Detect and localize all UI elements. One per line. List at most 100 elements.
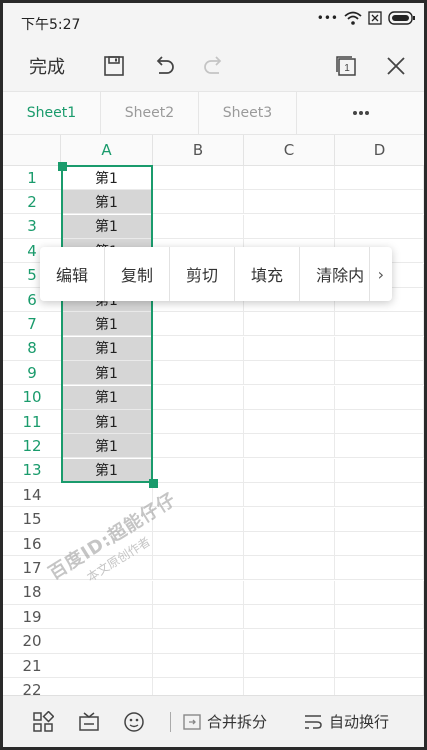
cell-a[interactable]: 第1 (61, 434, 153, 459)
cell-d[interactable] (335, 458, 424, 483)
wrap-text-button[interactable]: 自动换行 (303, 711, 389, 732)
row-header[interactable]: 3 (3, 215, 61, 239)
cell-d[interactable] (335, 532, 424, 556)
cell-b[interactable] (153, 434, 244, 459)
row-header[interactable]: 11 (3, 410, 61, 434)
tab-sheet3[interactable]: Sheet3 (199, 92, 297, 134)
row-header[interactable]: 8 (3, 337, 61, 361)
tab-sheet1[interactable]: Sheet1 (3, 92, 101, 134)
cell-c[interactable] (244, 190, 335, 215)
cell-b[interactable] (153, 507, 244, 532)
row-header[interactable]: 15 (3, 508, 61, 532)
cell-c[interactable] (244, 336, 335, 361)
row-header[interactable]: 13 (3, 459, 61, 483)
cell-b[interactable] (153, 483, 244, 508)
cell-d[interactable] (335, 483, 424, 508)
redo-icon[interactable] (201, 53, 227, 79)
cell-b[interactable] (153, 166, 244, 190)
column-header-c[interactable]: C (244, 135, 335, 166)
close-icon[interactable] (383, 53, 409, 79)
cell-d[interactable] (335, 556, 424, 581)
cell-b[interactable] (153, 629, 244, 654)
selection-end-handle[interactable] (149, 479, 158, 488)
cell-d[interactable] (335, 312, 424, 337)
cell-c[interactable] (244, 312, 335, 337)
cell-d[interactable] (335, 385, 424, 410)
cell-a[interactable]: 第1 (61, 312, 153, 337)
cell-c[interactable] (244, 507, 335, 532)
menu-item-cut[interactable]: 剪切 (170, 247, 236, 301)
done-button[interactable]: 完成 (29, 53, 65, 79)
row-header[interactable]: 21 (3, 654, 61, 678)
cell-b[interactable] (153, 580, 244, 605)
cell-d[interactable] (335, 629, 424, 654)
row-header[interactable]: 19 (3, 605, 61, 630)
cell-b[interactable] (153, 410, 244, 434)
cell-d[interactable] (335, 605, 424, 630)
cell-d[interactable] (335, 214, 424, 239)
column-header-b[interactable]: B (153, 135, 244, 166)
column-header-a[interactable]: A (61, 135, 153, 166)
cell-d[interactable] (335, 507, 424, 532)
keyboard-icon[interactable] (77, 710, 101, 734)
cell-c[interactable] (244, 629, 335, 654)
corner-cell[interactable] (3, 135, 61, 166)
cell-c[interactable] (244, 361, 335, 386)
cell-c[interactable] (244, 580, 335, 605)
undo-icon[interactable] (151, 53, 177, 79)
emoji-icon[interactable] (122, 710, 146, 734)
cell-b[interactable] (153, 605, 244, 630)
grid-icon[interactable] (31, 710, 55, 734)
cell-c[interactable] (244, 556, 335, 581)
cell-c[interactable] (244, 483, 335, 508)
menu-item-copy[interactable]: 复制 (105, 247, 171, 301)
cell-c[interactable] (244, 434, 335, 459)
selection-start-handle[interactable] (58, 162, 67, 171)
row-header[interactable]: 1 (3, 166, 61, 190)
cell-a[interactable]: 第1 (61, 410, 153, 434)
row-header[interactable]: 18 (3, 581, 61, 605)
cell-d[interactable] (335, 434, 424, 459)
cell-d[interactable] (335, 361, 424, 386)
cell-c[interactable] (244, 166, 335, 190)
cell-c[interactable] (244, 458, 335, 483)
tab-sheet2[interactable]: Sheet2 (101, 92, 199, 134)
cell-c[interactable] (244, 605, 335, 630)
cell-c[interactable] (244, 385, 335, 410)
cell-d[interactable] (335, 166, 424, 190)
cell-d[interactable] (335, 336, 424, 361)
cell-b[interactable] (153, 532, 244, 556)
cell-b[interactable] (153, 190, 244, 215)
row-header[interactable]: 10 (3, 386, 61, 410)
row-header[interactable]: 16 (3, 532, 61, 556)
more-icon[interactable] (297, 92, 424, 134)
cell-c[interactable] (244, 532, 335, 556)
cell-a[interactable] (61, 629, 153, 654)
row-header[interactable]: 17 (3, 556, 61, 581)
merge-button[interactable]: 合并拆分 (183, 711, 267, 732)
cell-b[interactable] (153, 361, 244, 386)
cell-c[interactable] (244, 214, 335, 239)
menu-more-arrow-icon[interactable]: › (368, 247, 392, 301)
cell-c[interactable] (244, 410, 335, 434)
row-header[interactable]: 2 (3, 190, 61, 215)
cell-b[interactable] (153, 458, 244, 483)
cell-d[interactable] (335, 410, 424, 434)
cell-b[interactable] (153, 336, 244, 361)
cell-a[interactable] (61, 580, 153, 605)
cell-d[interactable] (335, 190, 424, 215)
column-header-d[interactable]: D (335, 135, 424, 166)
cell-b[interactable] (153, 312, 244, 337)
cell-a[interactable] (61, 654, 153, 678)
row-header[interactable]: 9 (3, 361, 61, 386)
cell-a[interactable] (61, 556, 153, 581)
cell-a[interactable] (61, 507, 153, 532)
cell-d[interactable] (335, 580, 424, 605)
row-header[interactable]: 14 (3, 483, 61, 508)
cell-a[interactable]: 第1 (61, 385, 153, 410)
row-header[interactable]: 7 (3, 312, 61, 337)
sheets-icon[interactable]: 1 (333, 53, 359, 79)
cell-b[interactable] (153, 214, 244, 239)
cell-a[interactable]: 第1 (61, 214, 153, 239)
cell-b[interactable] (153, 385, 244, 410)
